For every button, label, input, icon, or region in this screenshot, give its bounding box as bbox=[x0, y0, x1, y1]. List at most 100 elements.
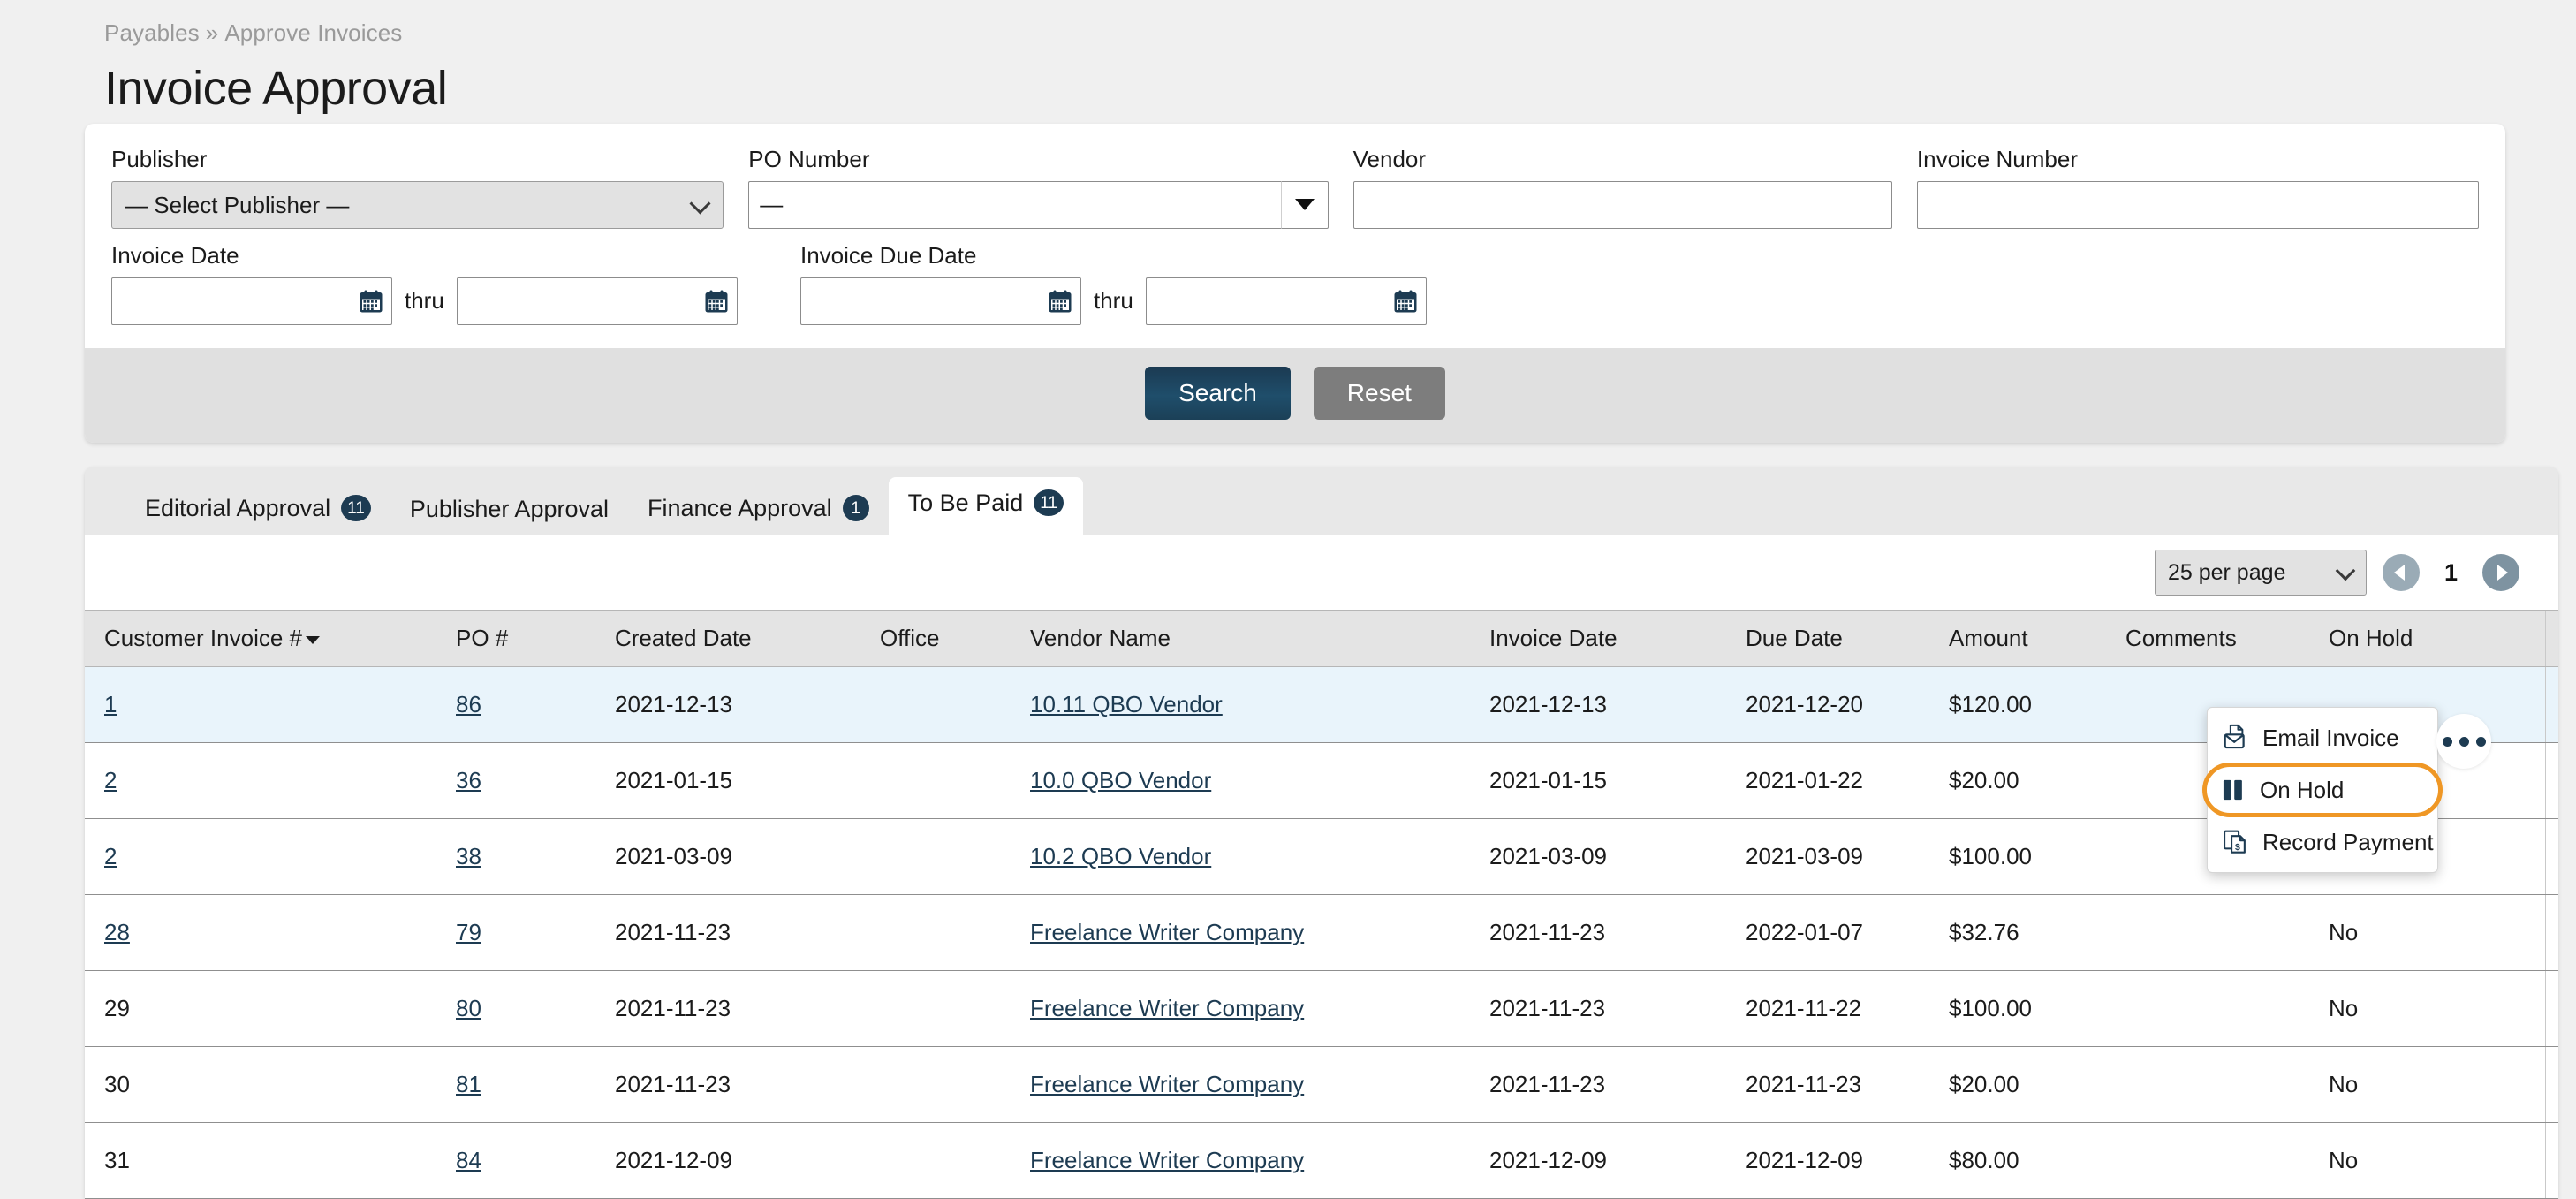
table-row[interactable]: 31 84 2021-12-09 Freelance Writer Compan… bbox=[85, 1122, 2558, 1199]
vendor-link[interactable]: Freelance Writer Company bbox=[1030, 1071, 1304, 1097]
publisher-select[interactable]: — Select Publisher — bbox=[111, 180, 724, 229]
tab-panel-to-be-paid: 25 per page 1 Customer Invoice # PO # Cr… bbox=[85, 535, 2558, 1199]
invoice-link[interactable]: 1 bbox=[104, 691, 117, 717]
cell-actions bbox=[2544, 818, 2558, 895]
current-page-number: 1 bbox=[2443, 558, 2458, 586]
invoice-link[interactable]: 2 bbox=[104, 843, 117, 869]
column-header-vendor-name[interactable]: Vendor Name bbox=[1030, 610, 1489, 667]
po-link[interactable]: 80 bbox=[456, 995, 481, 1021]
cell-po: 79 bbox=[456, 894, 615, 971]
cell-office bbox=[880, 818, 1030, 895]
cell-customer-invoice: 1 bbox=[85, 666, 456, 743]
invoice-date-label: Invoice Date bbox=[111, 241, 239, 269]
vendor-link[interactable]: Freelance Writer Company bbox=[1030, 1147, 1304, 1173]
invoice-due-date-to-input[interactable] bbox=[1145, 277, 1427, 325]
cell-vendor-name: Freelance Writer Company bbox=[1030, 1122, 1489, 1199]
search-form: Publisher — Select Publisher — PO Number bbox=[85, 124, 2505, 348]
table-header-row: Customer Invoice # PO # Created Date Off… bbox=[85, 610, 2558, 667]
table-row[interactable]: 1 86 2021-12-13 10.11 QBO Vendor 2021-12… bbox=[85, 666, 2558, 743]
invoice-due-date-label: Invoice Due Date bbox=[800, 241, 977, 269]
po-link[interactable]: 36 bbox=[456, 767, 481, 793]
column-header-created-date[interactable]: Created Date bbox=[615, 610, 880, 667]
tab-editorial-approval[interactable]: Editorial Approval 11 bbox=[125, 482, 390, 535]
column-header-amount[interactable]: Amount bbox=[1949, 610, 2125, 667]
column-header-actions bbox=[2544, 610, 2558, 667]
column-header-po[interactable]: PO # bbox=[456, 610, 615, 667]
column-header-due-date[interactable]: Due Date bbox=[1746, 610, 1949, 667]
previous-page-button[interactable] bbox=[2382, 554, 2420, 591]
cell-amount: $20.00 bbox=[1949, 1046, 2125, 1123]
column-header-invoice-date[interactable]: Invoice Date bbox=[1489, 610, 1746, 667]
per-page-select[interactable]: 25 per page bbox=[2154, 550, 2367, 596]
po-link[interactable]: 81 bbox=[456, 1071, 481, 1097]
publisher-label: Publisher bbox=[111, 146, 208, 172]
search-button[interactable]: Search bbox=[1145, 366, 1291, 420]
breadcrumb-current[interactable]: Approve Invoices bbox=[224, 19, 402, 46]
breadcrumb-separator: » bbox=[205, 19, 219, 46]
po-number-dropdown-button[interactable] bbox=[1280, 180, 1329, 229]
invoice-number-input[interactable] bbox=[1916, 180, 2479, 229]
tab-count-badge: 11 bbox=[341, 495, 371, 521]
tab-to-be-paid[interactable]: To Be Paid 11 bbox=[888, 477, 1083, 535]
invoice-date-to-input[interactable] bbox=[456, 277, 738, 325]
invoice-link[interactable]: 28 bbox=[104, 919, 130, 945]
invoice-link[interactable]: 2 bbox=[104, 767, 117, 793]
vendor-link[interactable]: 10.2 QBO Vendor bbox=[1030, 843, 1211, 869]
table-body: 1 86 2021-12-13 10.11 QBO Vendor 2021-12… bbox=[85, 666, 2558, 1199]
vendor-field: Vendor bbox=[1352, 146, 1917, 229]
tab-publisher-approval[interactable]: Publisher Approval bbox=[390, 485, 628, 535]
cell-amount: $100.00 bbox=[1949, 970, 2125, 1047]
table-row[interactable]: 2 38 2021-03-09 10.2 QBO Vendor 2021-03-… bbox=[85, 818, 2558, 895]
pagination-bar: 25 per page 1 bbox=[85, 535, 2558, 610]
cell-vendor-name: 10.2 QBO Vendor bbox=[1030, 818, 1489, 895]
cell-invoice-date: 2021-01-15 bbox=[1489, 742, 1746, 819]
table-row[interactable]: 29 80 2021-11-23 Freelance Writer Compan… bbox=[85, 970, 2558, 1047]
tab-label: To Be Paid bbox=[907, 489, 1024, 516]
po-link[interactable]: 79 bbox=[456, 919, 481, 945]
menu-item-label: On Hold bbox=[2260, 776, 2345, 803]
vendor-link[interactable]: 10.0 QBO Vendor bbox=[1030, 767, 1211, 793]
cell-due-date: 2021-12-20 bbox=[1746, 666, 1949, 743]
cell-actions bbox=[2544, 1046, 2558, 1123]
cell-office bbox=[880, 894, 1030, 971]
table-head: Customer Invoice # PO # Created Date Off… bbox=[85, 610, 2558, 667]
menu-item-record-payment[interactable]: $ Record Payment bbox=[2208, 817, 2437, 867]
po-number-input[interactable] bbox=[748, 180, 1281, 229]
po-link[interactable]: 86 bbox=[456, 691, 481, 717]
po-link[interactable]: 38 bbox=[456, 843, 481, 869]
table-row[interactable]: 2 36 2021-01-15 10.0 QBO Vendor 2021-01-… bbox=[85, 742, 2558, 819]
cell-po: 86 bbox=[456, 666, 615, 743]
page-header: Payables» Approve Invoices Invoice Approv… bbox=[0, 0, 2576, 116]
reset-button[interactable]: Reset bbox=[1313, 366, 1445, 420]
invoice-number-label: Invoice Number bbox=[1916, 146, 2078, 172]
vendor-input[interactable] bbox=[1352, 180, 1892, 229]
vendor-link[interactable]: Freelance Writer Company bbox=[1030, 919, 1304, 945]
table-row[interactable]: 28 79 2021-11-23 Freelance Writer Compan… bbox=[85, 894, 2558, 971]
column-header-office[interactable]: Office bbox=[880, 610, 1030, 667]
column-header-comments[interactable]: Comments bbox=[2125, 610, 2329, 667]
menu-item-on-hold[interactable]: On Hold bbox=[2202, 763, 2443, 817]
cell-created-date: 2021-12-09 bbox=[615, 1122, 880, 1199]
column-header-on-hold[interactable]: On Hold bbox=[2329, 610, 2545, 667]
invoice-due-date-from-input[interactable] bbox=[800, 277, 1081, 325]
tab-finance-approval[interactable]: Finance Approval 1 bbox=[628, 482, 889, 535]
breadcrumb-parent[interactable]: Payables bbox=[104, 19, 200, 46]
row-actions-menu-button-active[interactable] bbox=[2436, 714, 2491, 769]
next-page-button[interactable] bbox=[2482, 554, 2519, 591]
cell-actions bbox=[2544, 742, 2558, 819]
cell-amount: $120.00 bbox=[1949, 666, 2125, 743]
column-header-customer-invoice[interactable]: Customer Invoice # bbox=[85, 610, 456, 667]
vendor-link[interactable]: 10.11 QBO Vendor bbox=[1030, 691, 1223, 717]
invoice-date-from-input[interactable] bbox=[111, 277, 392, 325]
cell-customer-invoice: 28 bbox=[85, 894, 456, 971]
vendor-label: Vendor bbox=[1352, 146, 1427, 172]
menu-item-email-invoice[interactable]: Email Invoice bbox=[2208, 713, 2437, 763]
per-page-select-wrap: 25 per page bbox=[2154, 550, 2367, 596]
cell-amount: $20.00 bbox=[1949, 742, 2125, 819]
invoice-due-date-thru-label: thru bbox=[1094, 287, 1133, 315]
cell-vendor-name: Freelance Writer Company bbox=[1030, 894, 1489, 971]
table-row[interactable]: 30 81 2021-11-23 Freelance Writer Compan… bbox=[85, 1046, 2558, 1123]
cell-actions bbox=[2544, 894, 2558, 971]
vendor-link[interactable]: Freelance Writer Company bbox=[1030, 995, 1304, 1021]
po-link[interactable]: 84 bbox=[456, 1147, 481, 1173]
